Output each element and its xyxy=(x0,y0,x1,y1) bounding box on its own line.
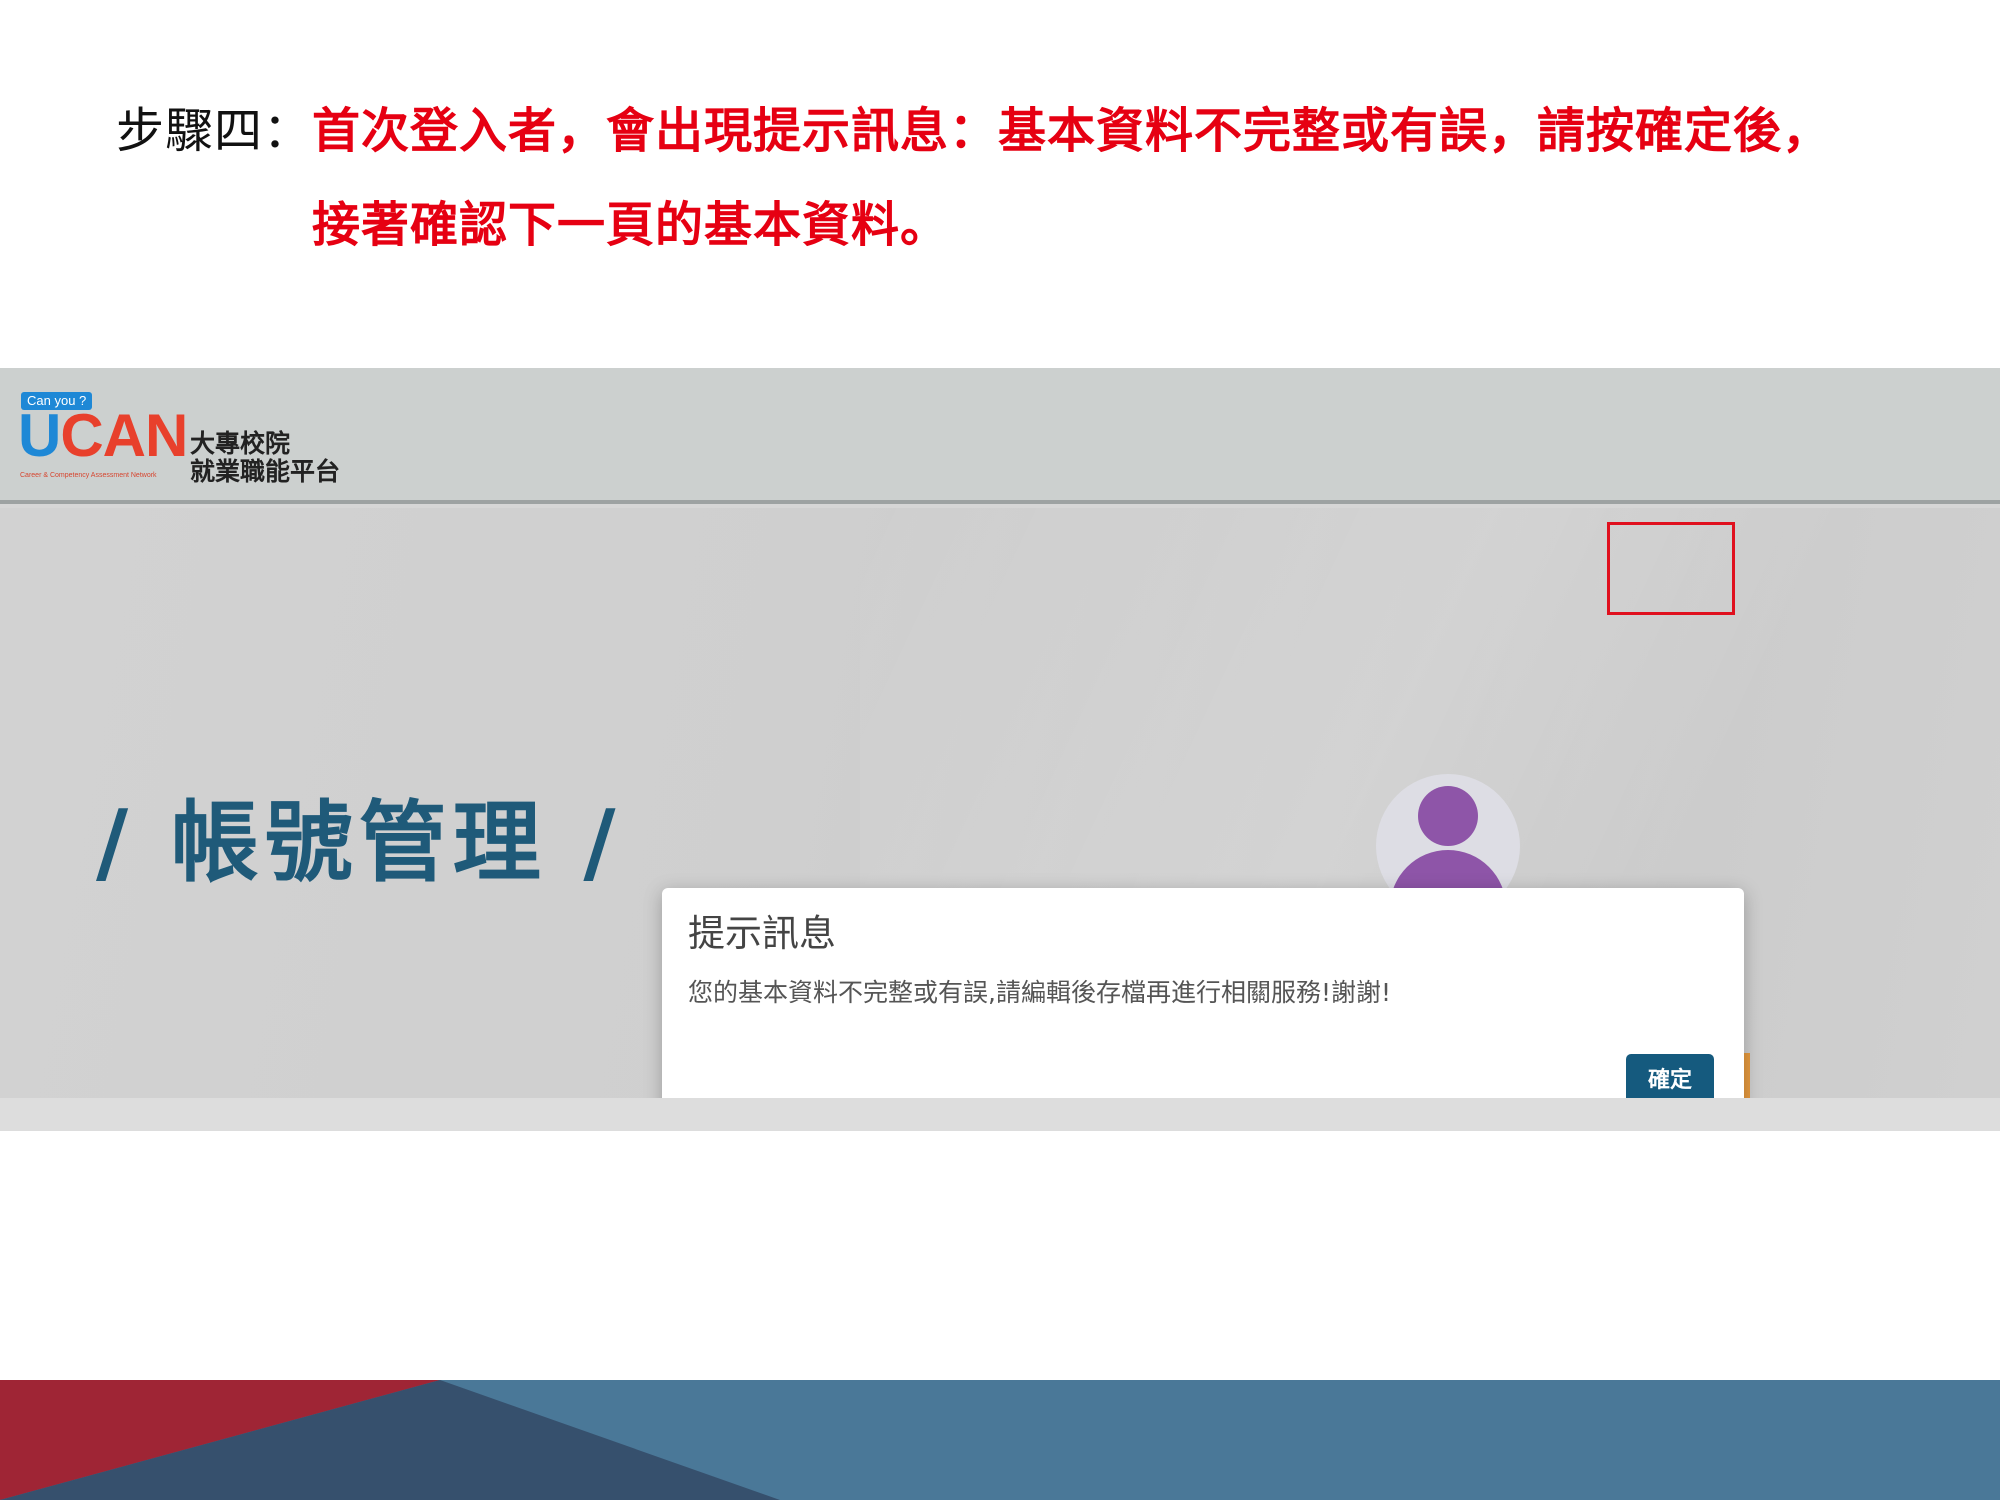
logo-chinese-name: 大專校院 就業職能平台 xyxy=(190,429,341,486)
screenshot-region: Can you ? UCAN Career & Competency Asses… xyxy=(0,368,2000,1131)
site-header: Can you ? UCAN Career & Competency Asses… xyxy=(0,368,2000,504)
logo-tagline: Career & Competency Assessment Network xyxy=(20,472,157,479)
instruction-line-1: 步驟四：首次登入者，會出現提示訊息：基本資料不完整或有誤，請按確定後， xyxy=(116,96,1831,166)
annotation-highlight-box xyxy=(1607,522,1735,615)
alert-dialog: 提示訊息 您的基本資料不完整或有誤,請編輯後存檔再進行相關服務!謝謝! 確定 xyxy=(662,888,1744,1131)
instruction-line-2: 接著確認下一頁的基本資料。 xyxy=(312,197,950,253)
page-title: / 帳號管理 / xyxy=(96,791,622,894)
instruction-step-label: 步驟四： xyxy=(116,103,313,159)
instruction-text: 首次登入者，會出現提示訊息：基本資料不完整或有誤，請按確定後， xyxy=(312,103,1832,159)
dialog-title: 提示訊息 xyxy=(688,912,836,955)
logo-wordmark: UCAN xyxy=(18,402,188,469)
dialog-message: 您的基本資料不完整或有誤,請編輯後存檔再進行相關服務!謝謝! xyxy=(688,978,1391,1007)
ucan-logo[interactable]: Can you ? UCAN Career & Competency Asses… xyxy=(6,392,346,492)
footer-strip xyxy=(0,1098,2000,1131)
